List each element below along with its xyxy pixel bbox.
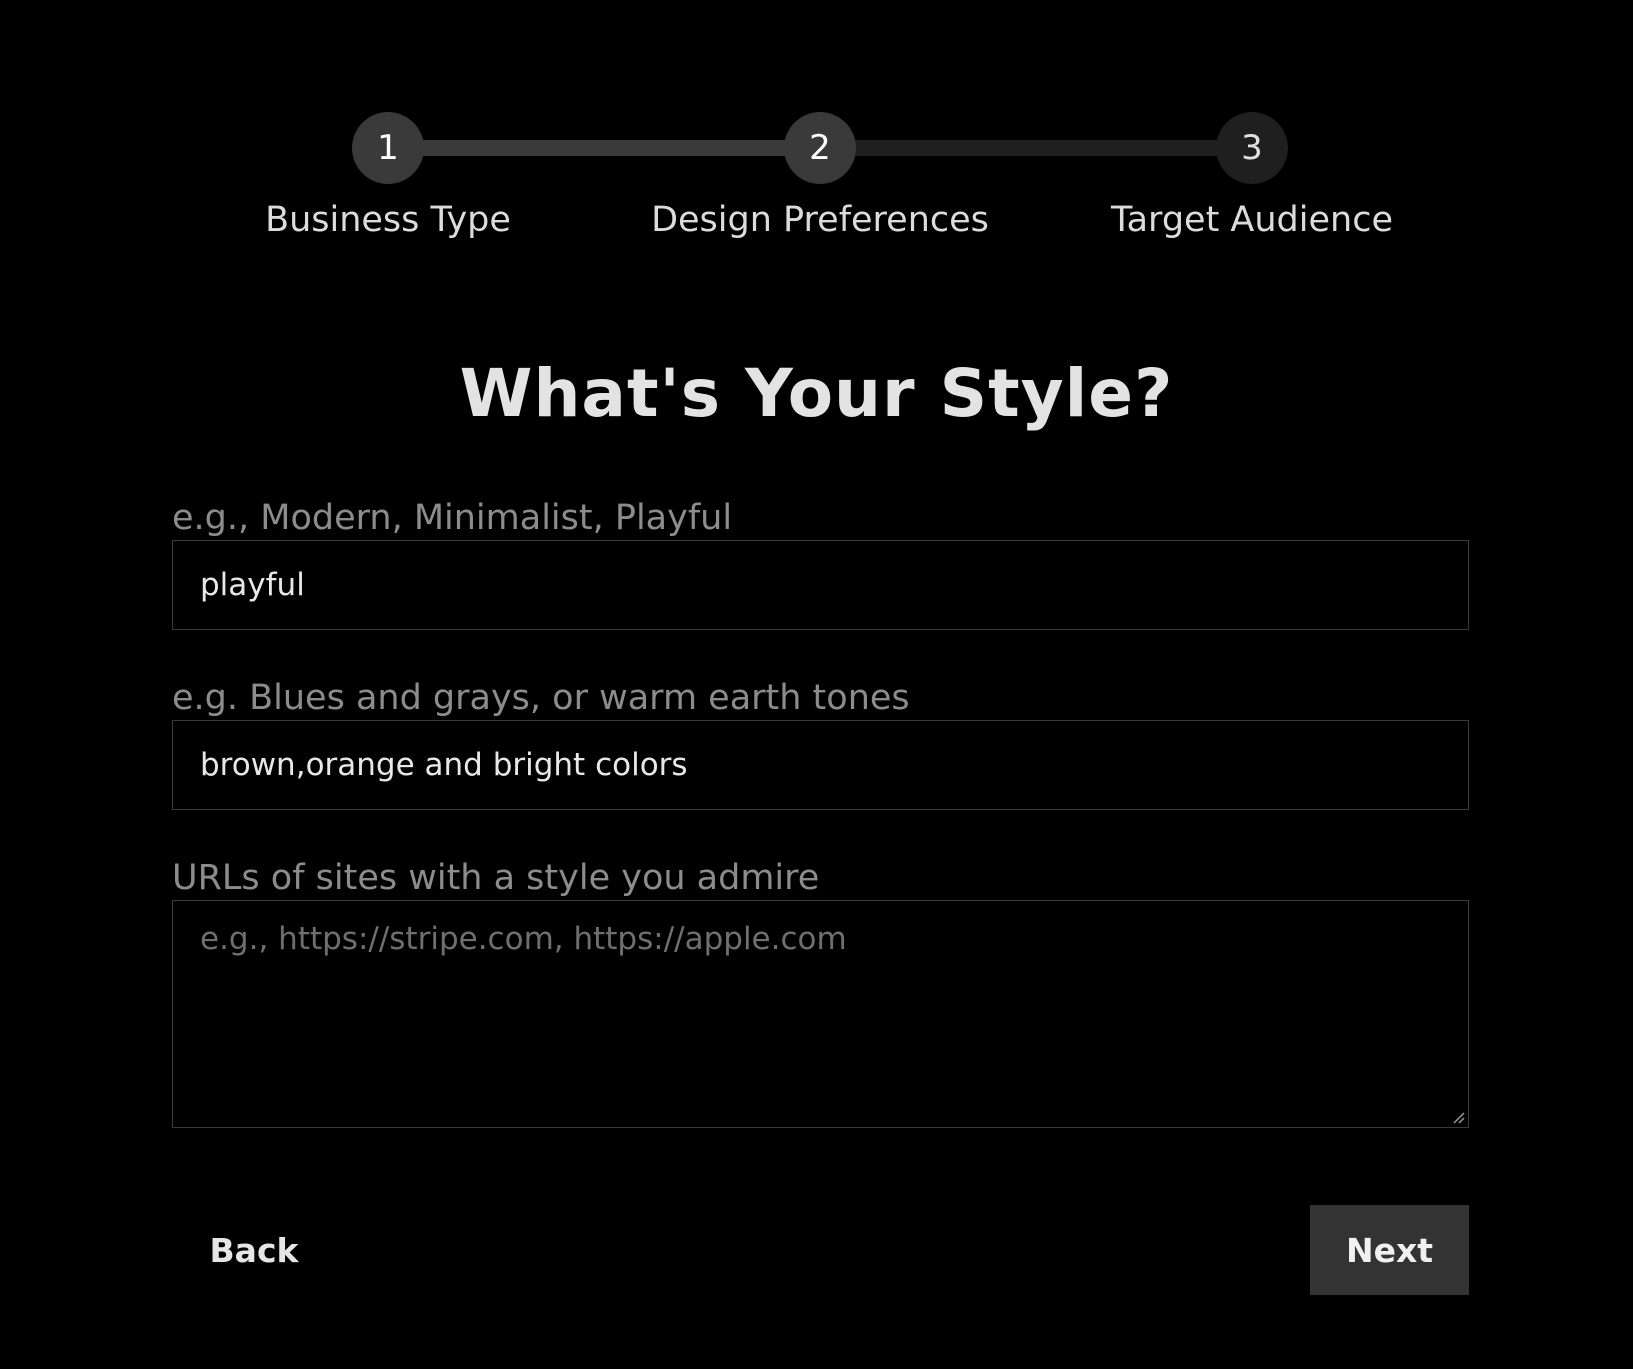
step-number-badge: 1 bbox=[352, 112, 424, 184]
colors-field-group: e.g. Blues and grays, or warm earth tone… bbox=[172, 676, 1469, 810]
urls-textarea-wrapper bbox=[172, 900, 1469, 1128]
step-target-audience: 3 Target Audience bbox=[1052, 112, 1452, 240]
urls-textarea[interactable] bbox=[172, 900, 1469, 1128]
page-title: What's Your Style? bbox=[459, 355, 1174, 432]
step-label: Business Type bbox=[265, 200, 511, 240]
step-number-badge: 2 bbox=[784, 112, 856, 184]
step-design-preferences: 2 Design Preferences bbox=[620, 112, 1020, 240]
style-field-group: e.g., Modern, Minimalist, Playful bbox=[172, 496, 1469, 630]
step-label: Design Preferences bbox=[651, 200, 989, 240]
style-field-label: e.g., Modern, Minimalist, Playful bbox=[172, 498, 733, 538]
step-business-type: 1 Business Type bbox=[188, 112, 588, 240]
urls-field-label: URLs of sites with a style you admire bbox=[172, 858, 820, 898]
progress-stepper: 1 Business Type 2 Design Preferences 3 T… bbox=[0, 0, 1633, 260]
back-button[interactable]: Back bbox=[172, 1205, 336, 1295]
resize-grip-icon[interactable] bbox=[1451, 1110, 1465, 1124]
style-input[interactable] bbox=[172, 540, 1469, 630]
colors-input[interactable] bbox=[172, 720, 1469, 810]
step-number-badge: 3 bbox=[1216, 112, 1288, 184]
step-label: Target Audience bbox=[1111, 200, 1393, 240]
next-button[interactable]: Next bbox=[1310, 1205, 1469, 1295]
colors-field-label: e.g. Blues and grays, or warm earth tone… bbox=[172, 678, 910, 718]
urls-field-group: URLs of sites with a style you admire bbox=[172, 856, 1469, 1128]
